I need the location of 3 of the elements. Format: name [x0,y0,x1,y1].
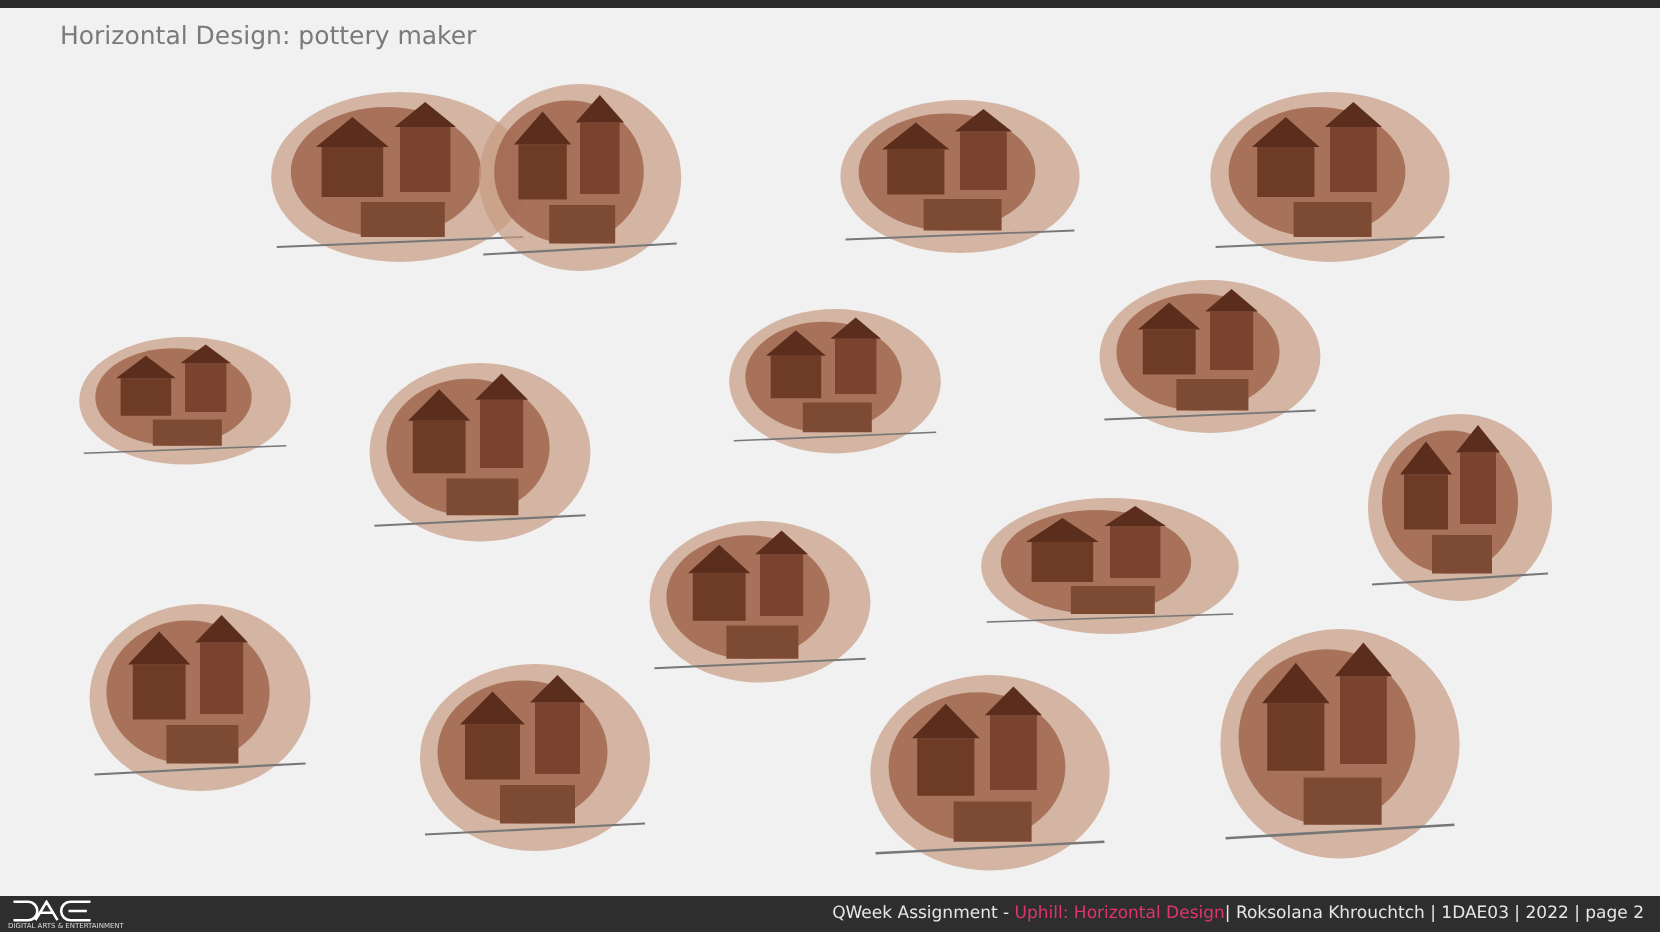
credits-text: QWeek Assignment - Uphill: Horizontal Design| Roksolana Khrouchtch | 1DAE03 | 2022 | page 2 [832,904,1644,924]
sheet-title: Horizontal Design: pottery maker [58,18,479,54]
logo-icon [8,899,96,921]
